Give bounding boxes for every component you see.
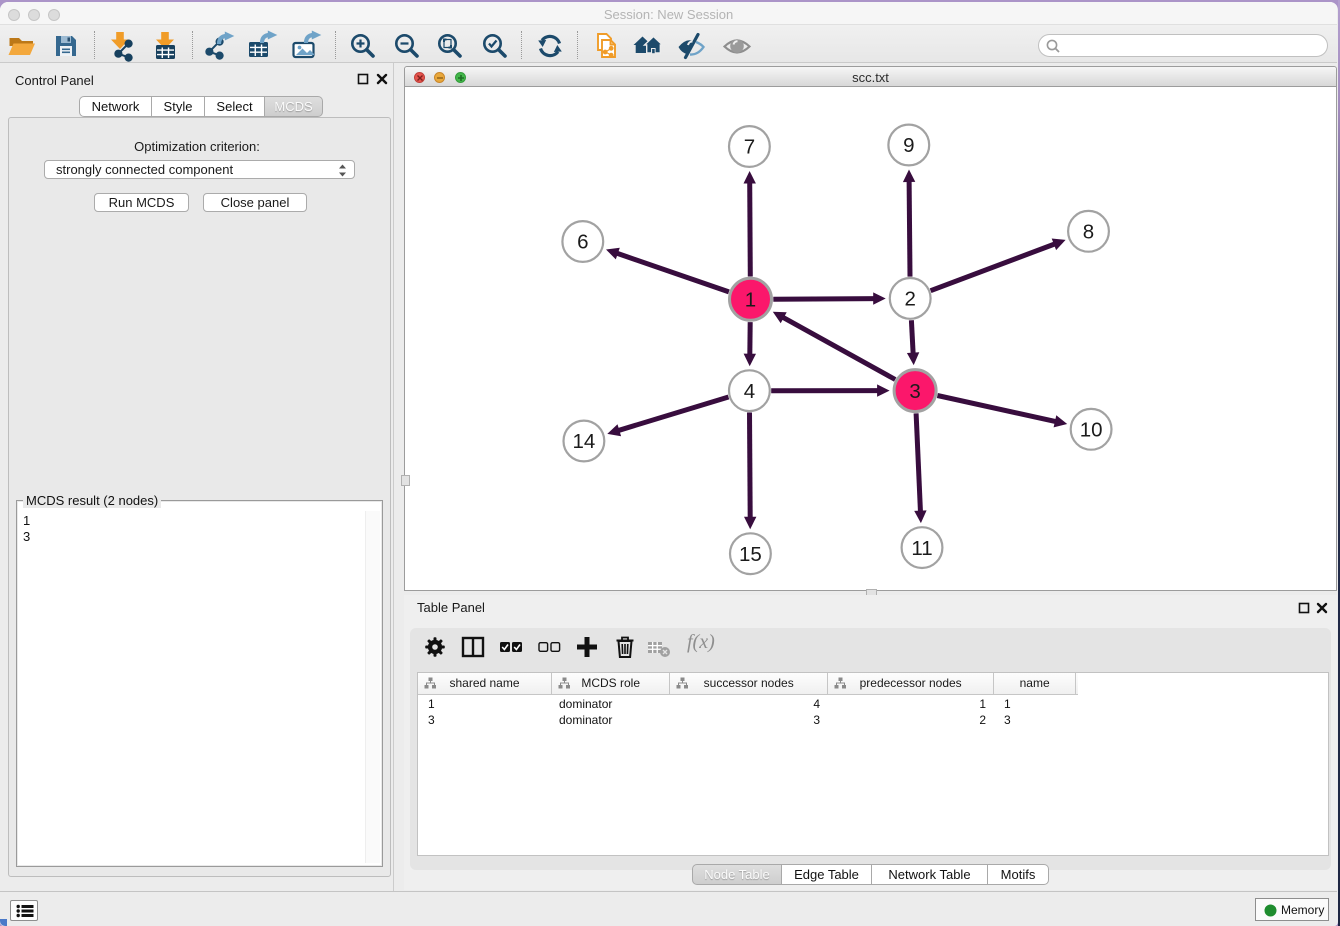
svg-text:2: 2 (904, 287, 915, 310)
svg-text:7: 7 (744, 135, 755, 158)
svg-text:15: 15 (739, 542, 762, 565)
svg-text:11: 11 (911, 536, 932, 559)
svg-text:8: 8 (1083, 220, 1094, 243)
svg-text:14: 14 (572, 430, 595, 453)
svg-text:4: 4 (744, 379, 755, 402)
svg-text:6: 6 (577, 230, 588, 253)
svg-text:10: 10 (1080, 418, 1103, 441)
svg-text:3: 3 (909, 379, 920, 402)
svg-text:9: 9 (903, 134, 914, 157)
svg-text:1: 1 (745, 288, 756, 311)
